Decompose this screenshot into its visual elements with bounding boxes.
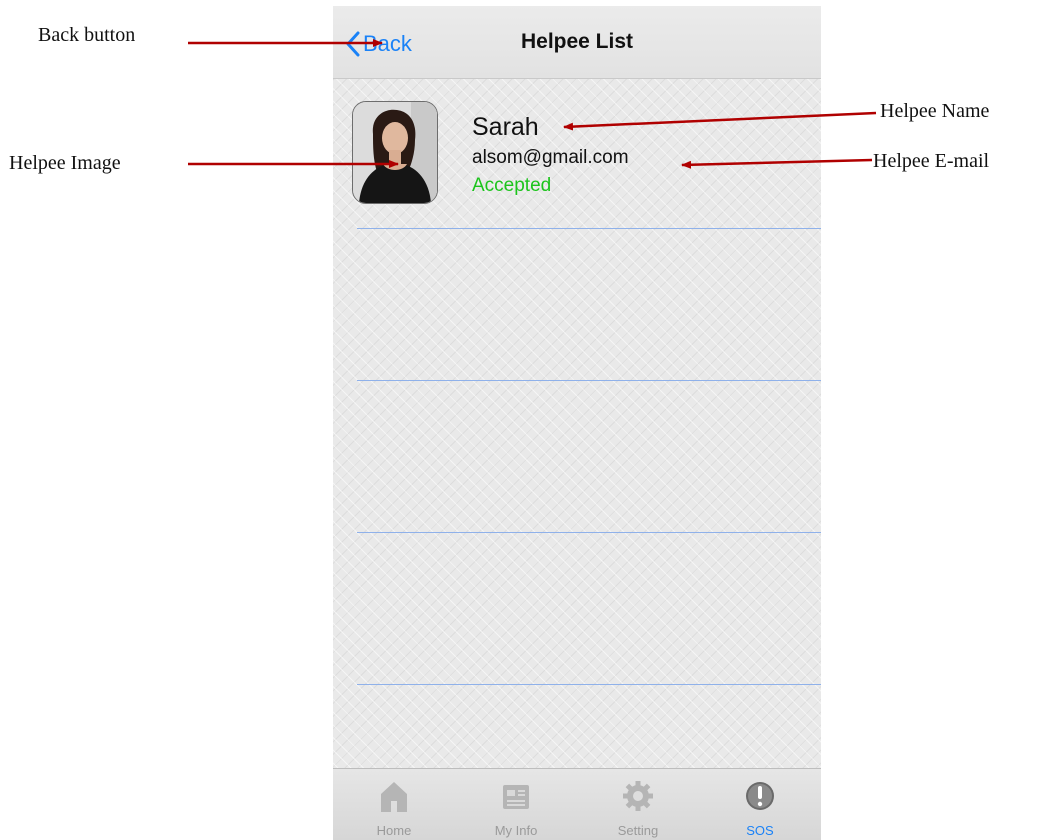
row-separator — [357, 228, 821, 229]
tab-home-label: Home — [376, 823, 412, 838]
navigation-bar: Back Helpee List — [333, 6, 821, 79]
annotation-helpee-image: Helpee Image — [9, 152, 121, 174]
gear-icon — [623, 781, 653, 811]
row-separator — [357, 684, 821, 685]
annotation-back-button: Back button — [38, 24, 136, 46]
tab-setting-label: Setting — [617, 823, 659, 838]
helpee-email: alsom@gmail.com — [472, 147, 629, 168]
tab-sos-label: SOS — [746, 823, 774, 838]
tab-my-info[interactable]: My Info — [455, 769, 577, 840]
newspaper-icon — [503, 785, 529, 809]
helpee-name[interactable]: Sarah — [472, 113, 539, 142]
tab-my-info-label: My Info — [494, 823, 538, 838]
annotation-helpee-name: Helpee Name — [880, 100, 990, 122]
tab-setting[interactable]: Setting — [577, 769, 699, 840]
helpee-status: Accepted — [472, 175, 552, 196]
tab-home[interactable]: Home — [333, 769, 455, 840]
alert-icon — [746, 782, 774, 810]
tab-sos[interactable]: SOS — [699, 769, 821, 840]
home-icon — [381, 782, 407, 812]
annotation-helpee-email: Helpee E-mail — [873, 150, 990, 172]
person-photo — [353, 102, 437, 203]
row-separator — [357, 380, 821, 381]
phone-screen: Back Helpee List Sarah alsom@gmail.com A… — [333, 6, 821, 840]
row-separator — [357, 532, 821, 533]
helpee-avatar[interactable] — [352, 101, 438, 204]
page-title: Helpee List — [520, 30, 634, 53]
tab-bar: Home My Info Setting SOS — [333, 768, 821, 840]
